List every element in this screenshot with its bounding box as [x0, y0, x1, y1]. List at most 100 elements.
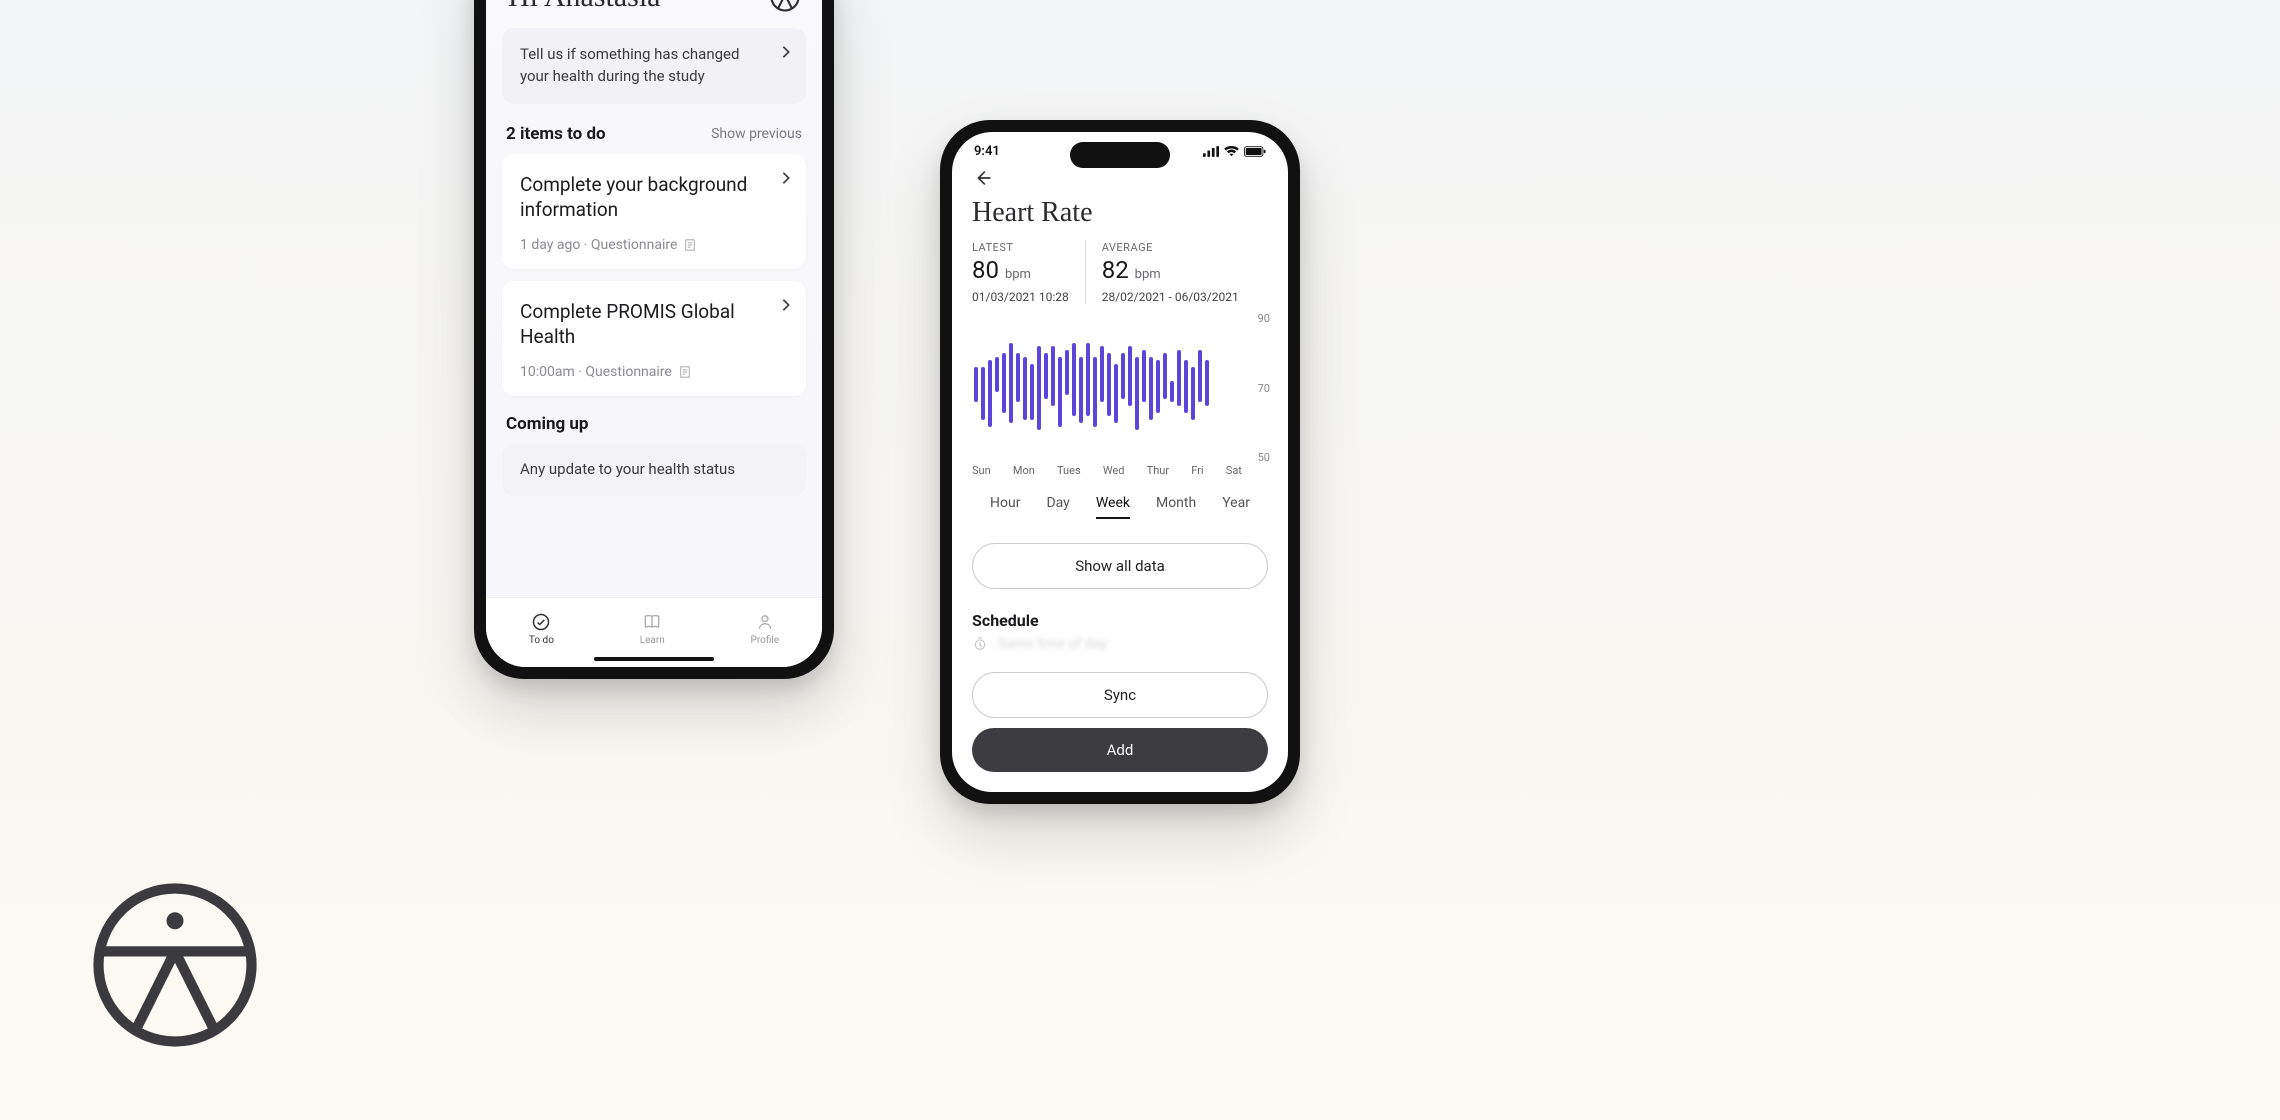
card-title: Complete PROMIS Global Health	[520, 299, 766, 350]
chart-bar	[1072, 343, 1076, 417]
stat-sub: 01/03/2021 10:28	[972, 290, 1069, 304]
chart-bar	[1002, 353, 1006, 413]
chart-bar	[988, 360, 992, 427]
chart-bar	[1023, 357, 1027, 420]
coming-up-section-title: Coming up	[486, 408, 822, 444]
greeting-title: Hi Anastasia	[508, 0, 660, 14]
add-button[interactable]: Add	[972, 728, 1268, 772]
todo-section-title: 2 items to do	[506, 124, 606, 144]
phone-right: 9:41 Heart Rate LATEST 80 bpm 01/03/2021…	[940, 120, 1300, 804]
clock-icon	[972, 636, 988, 652]
chart-bar	[1058, 357, 1062, 427]
chart-bar	[1142, 350, 1146, 403]
chart-bar	[1121, 353, 1125, 399]
health-change-banner[interactable]: Tell us if something has changed your he…	[502, 28, 806, 104]
stat-sub: 28/02/2021 - 06/03/2021	[1102, 290, 1239, 304]
tab-learn[interactable]: Learn	[640, 612, 665, 646]
x-tick: Sat	[1226, 464, 1242, 477]
x-tick: Sun	[972, 464, 991, 477]
banner-text: Tell us if something has changed your he…	[520, 45, 739, 85]
range-tab-day[interactable]: Day	[1046, 495, 1069, 519]
stat-value: 82	[1102, 256, 1129, 284]
x-tick: Thur	[1147, 464, 1169, 477]
stat-value: 80	[972, 256, 999, 284]
status-time: 9:41	[974, 144, 1000, 159]
show-all-data-button[interactable]: Show all data	[972, 543, 1268, 589]
chart-bar	[1198, 350, 1202, 403]
person-icon	[755, 612, 775, 632]
chart-bar	[1149, 357, 1153, 420]
y-tick: 70	[1258, 382, 1270, 395]
chart-bar	[1170, 381, 1174, 402]
todo-card[interactable]: Complete your background information 1 d…	[502, 154, 806, 269]
stat-label: AVERAGE	[1102, 241, 1239, 254]
stats-row: LATEST 80 bpm 01/03/2021 10:28 AVERAGE 8…	[952, 241, 1288, 312]
stat-unit: bpm	[1135, 267, 1161, 282]
stat-average: AVERAGE 82 bpm 28/02/2021 - 06/03/2021	[1085, 241, 1255, 304]
chart-bar	[1044, 353, 1048, 399]
tab-todo[interactable]: To do	[529, 612, 554, 646]
chart-bar	[1093, 357, 1097, 427]
chart-bar	[1191, 367, 1195, 420]
chevron-right-icon	[780, 170, 792, 189]
chevron-right-icon	[780, 44, 792, 66]
range-tab-hour[interactable]: Hour	[990, 495, 1020, 519]
arrow-left-icon	[972, 167, 994, 189]
brand-logo-icon	[90, 880, 260, 1050]
y-tick: 50	[1258, 451, 1270, 464]
book-icon	[642, 612, 662, 632]
chevron-right-icon	[780, 297, 792, 316]
chart-bar	[1177, 350, 1181, 406]
schedule-row-text: Same time of day	[998, 636, 1107, 652]
cellular-icon	[1203, 146, 1219, 157]
range-tab-week[interactable]: Week	[1096, 495, 1130, 519]
sync-button[interactable]: Sync	[972, 672, 1268, 718]
chart-bar	[1086, 343, 1090, 417]
chart-bar	[1163, 353, 1167, 399]
tab-profile[interactable]: Profile	[751, 612, 780, 646]
brand-logo-icon[interactable]	[770, 0, 800, 12]
wifi-icon	[1224, 146, 1239, 157]
chart-bar	[1051, 346, 1055, 406]
chart-bar	[1030, 364, 1034, 420]
chart-bar	[1107, 353, 1111, 416]
tab-bar: To do Learn Profile	[486, 597, 822, 667]
schedule-row: Same time of day	[952, 634, 1288, 656]
page-title: Heart Rate	[952, 195, 1288, 241]
x-tick: Wed	[1103, 464, 1125, 477]
stat-latest: LATEST 80 bpm 01/03/2021 10:28	[972, 241, 1085, 304]
chart-bar	[1079, 357, 1083, 424]
upcoming-text: Any update to your health status	[520, 460, 735, 478]
tab-label: To do	[529, 635, 554, 646]
card-title: Complete your background information	[520, 172, 766, 223]
chart-bar	[1016, 353, 1020, 402]
questionnaire-icon	[683, 238, 697, 252]
range-tab-month[interactable]: Month	[1156, 495, 1196, 519]
heart-rate-chart: 90 70 50 Sun Mon Tues Wed Thur Fri Sat	[952, 312, 1288, 477]
chart-bar	[1100, 346, 1104, 402]
phone-left: Hi Anastasia Tell us if something has ch…	[474, 0, 834, 679]
chart-bar	[1009, 343, 1013, 424]
chart-bar	[974, 367, 978, 402]
show-previous-link[interactable]: Show previous	[711, 126, 802, 142]
card-meta: 10:00am · Questionnaire	[520, 364, 672, 380]
questionnaire-icon	[678, 365, 692, 379]
chart-bar	[1184, 360, 1188, 413]
check-circle-icon	[531, 612, 551, 632]
chart-bar	[1114, 364, 1118, 424]
chart-x-axis: Sun Mon Tues Wed Thur Fri Sat	[972, 458, 1242, 477]
range-tab-year[interactable]: Year	[1222, 495, 1250, 519]
schedule-section-title: Schedule	[952, 589, 1288, 634]
chart-bar	[981, 367, 985, 420]
todo-card[interactable]: Complete PROMIS Global Health 10:00am · …	[502, 281, 806, 396]
x-tick: Mon	[1013, 464, 1035, 477]
home-indicator	[594, 657, 714, 661]
y-tick: 90	[1258, 312, 1270, 325]
chart-bar	[1135, 357, 1139, 431]
tab-label: Learn	[640, 635, 665, 646]
dynamic-island	[1070, 142, 1170, 168]
tab-label: Profile	[751, 635, 780, 646]
chart-bar	[1065, 350, 1069, 396]
x-tick: Fri	[1191, 464, 1203, 477]
card-meta: 1 day ago · Questionnaire	[520, 237, 677, 253]
